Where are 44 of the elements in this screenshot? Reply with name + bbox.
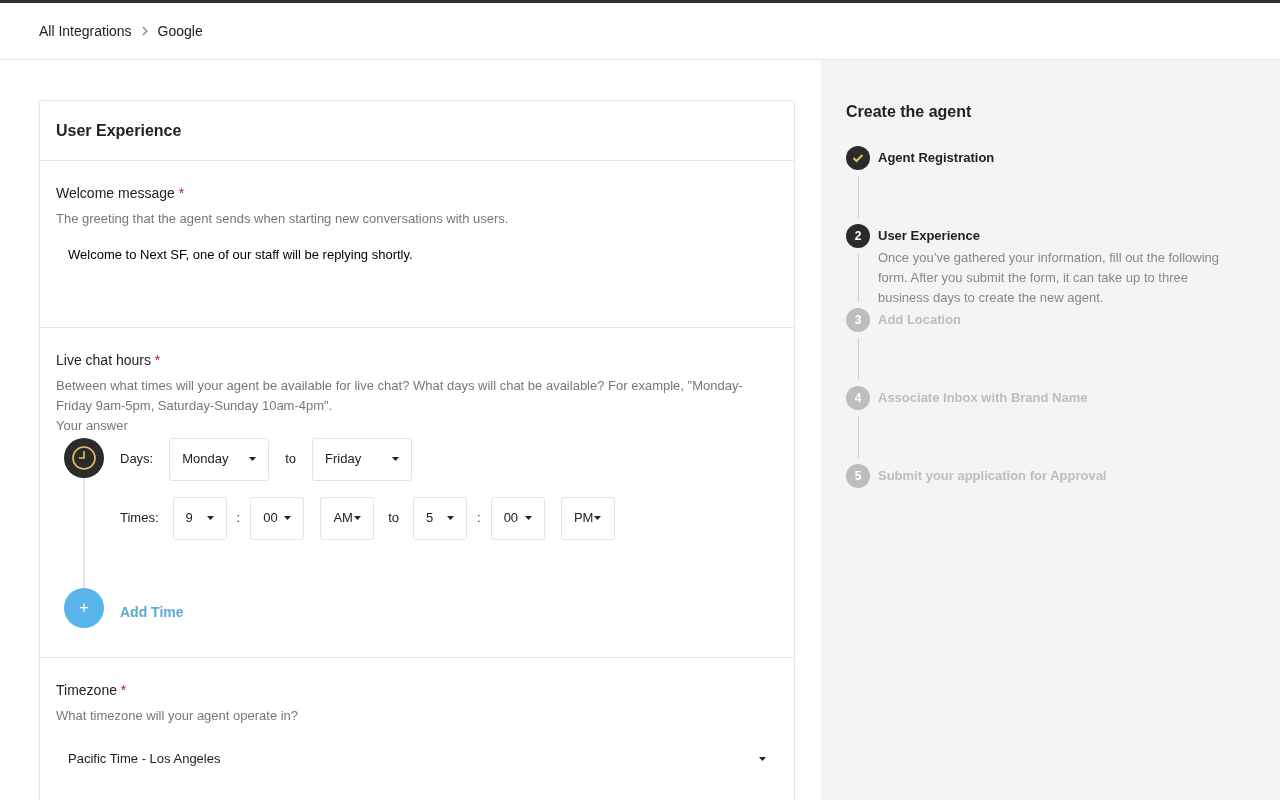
field-label: Days: [120,450,154,469]
dropdown[interactable]: PM [560,496,615,540]
step-number: 4 [846,386,870,410]
breadcrumb-current: Google [157,21,203,41]
step-number: 3 [846,308,870,332]
field-label: Timezone * [56,680,128,700]
step-number: 2 [846,224,870,248]
dropdown[interactable]: Monday [169,437,270,481]
field-label: Times: [120,509,159,528]
caret-icon [759,757,766,762]
dropdown[interactable]: 00 [490,496,545,540]
help-text: Between what times will your agent be available for live chat? What days will chat be available? For example, "Monday-Friday 9am-5pm, Saturday-Sunday 10am-4pm". [56,376,744,415]
step-title: Agent Registration [878,149,995,167]
step-description: Once you’ve gathered your information, fill out the following form. After you submit the form, it can take up to three business days to create the new agent. [878,249,1221,307]
help-text: The greeting that the agent sends when starting new conversations with users. [56,210,510,229]
caret-icon [206,516,214,521]
caret-icon [353,516,361,521]
dropdown[interactable]: AM [320,496,375,540]
caret-icon [249,457,257,462]
colon-label: : [236,509,241,528]
caret-icon [392,457,400,462]
clock-icon [64,437,104,478]
help-text: What timezone will your agent operate in? [56,706,300,725]
step-title: User Experience [878,227,981,245]
card-title: User Experience [40,101,794,162]
field-label: Welcome message * [56,184,186,204]
answer-label: Your answer [56,416,129,435]
check-icon [846,146,870,170]
field-label: Live chat hours * [56,350,162,370]
breadcrumb-link[interactable]: All Integrations [39,20,132,42]
colon-label: : [477,509,481,528]
chevron-icon [140,26,149,36]
caret-icon [524,516,532,521]
caret-icon [594,516,602,521]
to-label: to [285,450,297,469]
panel-title: Create the agent [846,102,973,122]
caret-icon [284,516,292,521]
dropdown[interactable]: 00 [250,496,305,540]
caret-icon [447,516,454,521]
dropdown[interactable]: 9 [172,496,227,540]
dropdown[interactable]: 5 [413,496,467,540]
to-label: to [388,509,399,528]
dropdown[interactable]: Friday [312,437,413,481]
step-number: 5 [846,464,870,488]
